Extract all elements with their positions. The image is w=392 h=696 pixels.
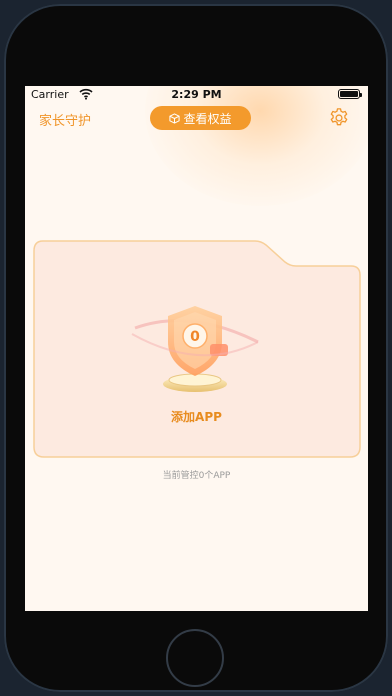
status-bar: Carrier 2:29 PM [25,86,368,104]
status-time: 2:29 PM [171,88,222,101]
home-button[interactable] [166,629,224,687]
view-rights-button[interactable]: 查看权益 [150,106,251,130]
battery-fill [340,91,358,97]
add-app-button[interactable]: 添加APP [25,408,368,425]
shield-illustration: 0 [131,306,259,392]
battery-icon [338,89,362,99]
page-title: 家长守护 [39,114,92,129]
app-screen: Carrier 2:29 PM 家长守护 查看权益 0 添加APP 当前管控0个… [25,86,368,611]
device-frame: Carrier 2:29 PM 家长守护 查看权益 0 添加APP 当前管控0个… [0,0,392,696]
managed-app-count: 当前管控0个APP [162,471,231,481]
view-rights-label: 查看权益 [183,111,232,126]
box-icon [169,112,181,124]
shield-count: 0 [190,329,200,345]
header-glow [145,86,368,206]
gear-icon[interactable] [328,107,350,129]
